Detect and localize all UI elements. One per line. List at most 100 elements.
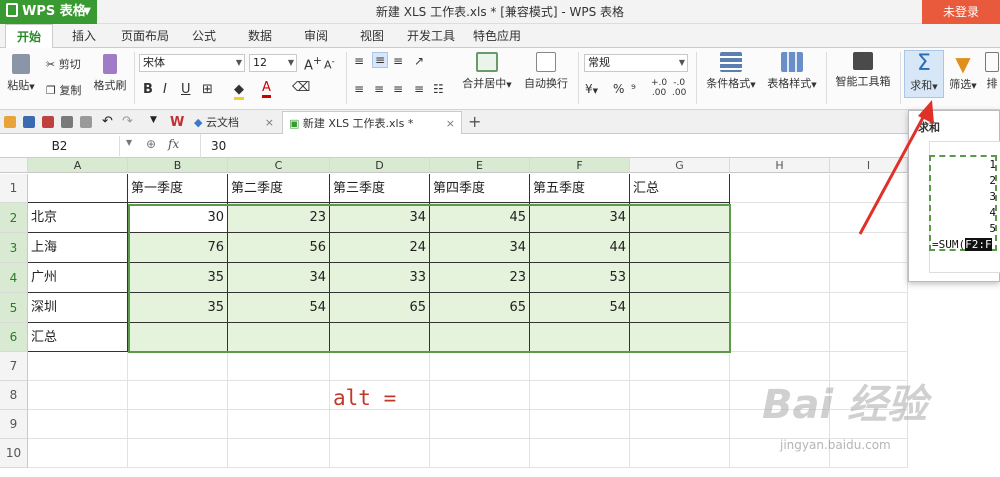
bold-button[interactable]: B bbox=[143, 82, 153, 97]
row-header[interactable]: 9 bbox=[0, 410, 28, 439]
decrease-decimal-button[interactable]: -.0.00 bbox=[672, 78, 686, 98]
cell[interactable] bbox=[630, 293, 730, 323]
cell[interactable]: 第五季度 bbox=[530, 174, 630, 203]
cell[interactable] bbox=[630, 439, 730, 468]
cell[interactable]: 广州 bbox=[28, 263, 128, 293]
cell[interactable] bbox=[430, 352, 530, 381]
column-header[interactable]: H bbox=[730, 158, 830, 173]
cell[interactable] bbox=[28, 174, 128, 203]
cell[interactable] bbox=[28, 381, 128, 410]
cell[interactable]: 34 bbox=[430, 233, 530, 263]
close-icon[interactable]: × bbox=[265, 111, 274, 134]
align-middle-button[interactable]: ≡ bbox=[372, 52, 389, 68]
cell[interactable]: 上海 bbox=[28, 233, 128, 263]
copy-button[interactable]: ❐ 复制 bbox=[46, 82, 81, 98]
cell[interactable] bbox=[228, 323, 330, 352]
row-header[interactable]: 1 bbox=[0, 174, 28, 203]
column-header[interactable]: A bbox=[28, 158, 128, 173]
export-pdf-icon[interactable] bbox=[42, 116, 54, 128]
active-cell[interactable]: 30 bbox=[128, 203, 228, 233]
align-center-button[interactable]: ≡ bbox=[374, 82, 384, 96]
cell[interactable] bbox=[228, 381, 330, 410]
distributed-button[interactable]: ☷ bbox=[433, 82, 444, 96]
cell[interactable]: 23 bbox=[430, 263, 530, 293]
cell[interactable]: 第二季度 bbox=[228, 174, 330, 203]
align-bottom-button[interactable]: ≡ bbox=[393, 54, 403, 68]
cell[interactable]: 34 bbox=[530, 203, 630, 233]
table-style-button[interactable]: 表格样式▼ bbox=[764, 52, 820, 91]
cell[interactable] bbox=[128, 381, 228, 410]
cell[interactable] bbox=[330, 323, 430, 352]
column-header[interactable]: E bbox=[430, 158, 530, 173]
tab-developer[interactable]: 开发工具 bbox=[402, 24, 460, 48]
tab-data[interactable]: 数据 bbox=[238, 24, 282, 48]
align-right-button[interactable]: ≡ bbox=[393, 82, 403, 96]
cell[interactable] bbox=[830, 293, 908, 323]
cell[interactable] bbox=[730, 203, 830, 233]
clear-format-button[interactable]: ⌫ bbox=[292, 80, 310, 95]
cell[interactable] bbox=[730, 293, 830, 323]
wrap-text-button[interactable]: 自动换行 bbox=[520, 52, 572, 91]
undo-icon[interactable]: ↶ bbox=[102, 114, 113, 129]
cell[interactable] bbox=[28, 439, 128, 468]
cell[interactable] bbox=[330, 352, 430, 381]
cell[interactable]: 汇总 bbox=[28, 323, 128, 352]
cell[interactable]: 33 bbox=[330, 263, 430, 293]
cut-button[interactable]: ✂ 剪切 bbox=[46, 56, 81, 72]
currency-button[interactable]: ¥▼ bbox=[585, 82, 598, 96]
cell[interactable]: 23 bbox=[228, 203, 330, 233]
column-header[interactable]: F bbox=[530, 158, 630, 173]
smart-toolbox-button[interactable]: 智能工具箱 bbox=[832, 52, 894, 89]
cell[interactable] bbox=[630, 323, 730, 352]
zoom-icon[interactable]: ⊕ bbox=[146, 137, 156, 151]
cell[interactable] bbox=[228, 410, 330, 439]
cell[interactable]: 53 bbox=[530, 263, 630, 293]
cell[interactable]: 第四季度 bbox=[430, 174, 530, 203]
cell[interactable] bbox=[630, 233, 730, 263]
save-icon[interactable] bbox=[23, 116, 35, 128]
tab-review[interactable]: 审阅 bbox=[294, 24, 338, 48]
tab-page-layout[interactable]: 页面布局 bbox=[115, 24, 175, 48]
filter-button[interactable]: ▼ 筛选▼ bbox=[946, 52, 980, 92]
cell[interactable] bbox=[530, 410, 630, 439]
cell[interactable]: 北京 bbox=[28, 203, 128, 233]
conditional-format-button[interactable]: 条件格式▼ bbox=[702, 52, 760, 91]
name-box[interactable]: B2 bbox=[0, 136, 120, 156]
tab-insert[interactable]: 插入 bbox=[62, 24, 106, 48]
customize-dropdown-icon[interactable]: ▼ bbox=[150, 115, 157, 125]
cell[interactable] bbox=[630, 203, 730, 233]
cell[interactable]: 54 bbox=[228, 293, 330, 323]
row-header[interactable]: 3 bbox=[0, 233, 28, 263]
fill-color-button[interactable]: ◆ bbox=[234, 82, 244, 100]
increase-decimal-button[interactable]: +.0.00 bbox=[651, 78, 667, 98]
merge-center-button[interactable]: 合并居中▼ bbox=[460, 52, 514, 91]
cell[interactable] bbox=[630, 410, 730, 439]
cell[interactable]: 56 bbox=[228, 233, 330, 263]
cell[interactable] bbox=[730, 233, 830, 263]
cell[interactable] bbox=[430, 381, 530, 410]
cell[interactable] bbox=[128, 352, 228, 381]
login-button[interactable]: 未登录 bbox=[922, 0, 1000, 24]
cell[interactable]: 第三季度 bbox=[330, 174, 430, 203]
chevron-down-icon[interactable]: ▼ bbox=[126, 138, 132, 147]
cell[interactable] bbox=[530, 439, 630, 468]
close-icon[interactable]: × bbox=[446, 112, 455, 135]
cell[interactable] bbox=[830, 263, 908, 293]
new-tab-icon[interactable]: + bbox=[468, 112, 481, 131]
font-color-button[interactable]: A bbox=[262, 80, 271, 98]
align-left-button[interactable]: ≡ bbox=[354, 82, 364, 96]
paste-button[interactable]: 粘贴▼ bbox=[6, 54, 36, 93]
thousands-button[interactable]: ⁹ bbox=[631, 82, 636, 96]
column-header[interactable]: B bbox=[128, 158, 228, 173]
formula-input[interactable]: 30 bbox=[200, 134, 908, 158]
font-family-select[interactable]: 宋体 ▼ bbox=[139, 54, 245, 72]
font-size-select[interactable]: 12 ▼ bbox=[249, 54, 297, 72]
cell[interactable] bbox=[128, 439, 228, 468]
cell[interactable] bbox=[730, 263, 830, 293]
column-header[interactable]: D bbox=[330, 158, 430, 173]
underline-button[interactable]: U bbox=[181, 82, 191, 97]
font-grow-button[interactable]: A+ bbox=[304, 54, 322, 73]
print-preview-icon[interactable] bbox=[80, 116, 92, 128]
font-shrink-button[interactable]: A- bbox=[324, 56, 335, 72]
row-header[interactable]: 6 bbox=[0, 323, 28, 352]
